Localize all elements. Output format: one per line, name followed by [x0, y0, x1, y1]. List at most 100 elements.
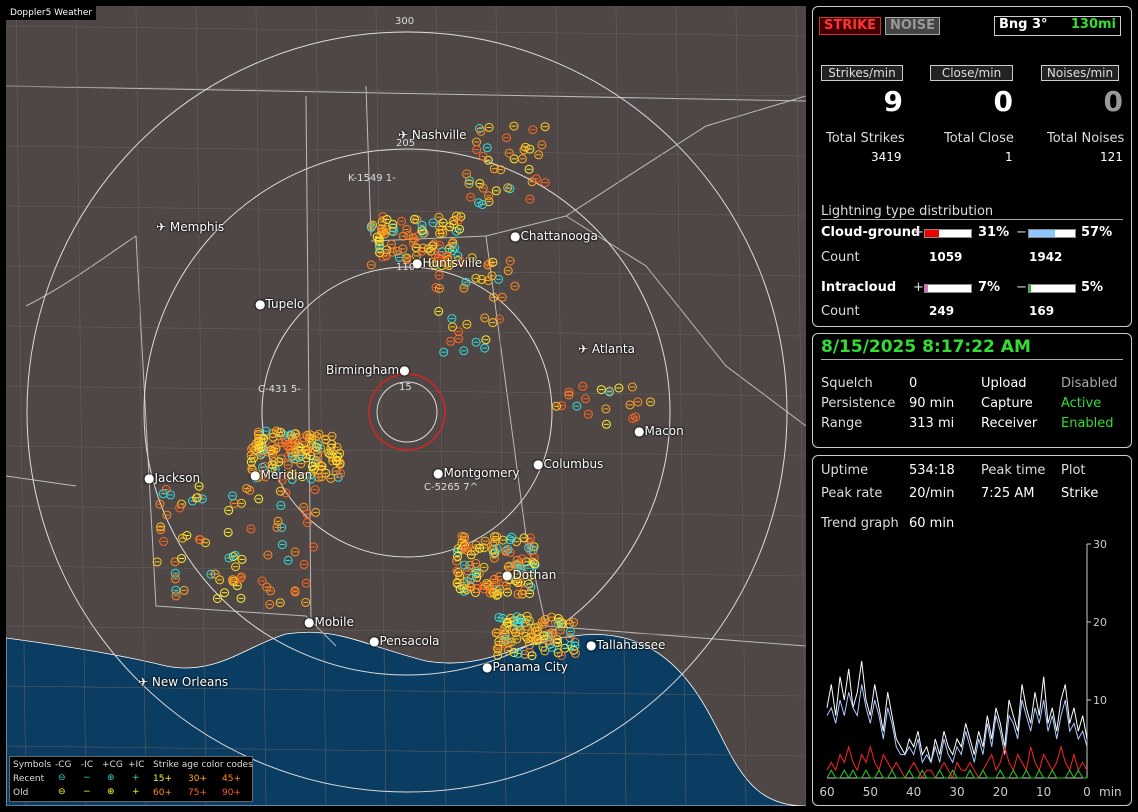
- legend-age-title: Strike age color codes: [153, 760, 253, 770]
- stats-panel: Uptime 534:18 Peak time Plot Peak rate 2…: [812, 455, 1132, 806]
- ic-negative-bar: [1028, 284, 1076, 293]
- plus-sign: +: [913, 280, 924, 295]
- city-dot-icon: ●: [482, 660, 493, 674]
- legend-col: -CG: [55, 760, 72, 770]
- cg-positive-pct: 31%: [978, 225, 1010, 240]
- cg-positive-count: 1059: [929, 250, 963, 264]
- bearing-range-display: Bng 3° 130mi: [994, 16, 1121, 36]
- city-dot-icon: ●: [369, 634, 380, 648]
- trend-chart: 30 20 10 60 50 40 30 20 10 0 min: [819, 538, 1122, 799]
- pos-cg-old-icon: ⊕: [107, 787, 115, 797]
- y-tick-label: 30: [1093, 538, 1107, 551]
- plot-value[interactable]: Strike: [1061, 486, 1098, 501]
- ic-negative-pct: 5%: [1081, 280, 1104, 295]
- trend-series-line: [826, 744, 1088, 780]
- legend-col: -IC: [81, 760, 94, 770]
- symbol-legend: Symbols -CG -IC +CG +IC Strike age color…: [9, 756, 253, 802]
- range-setting-value[interactable]: 313 mi: [909, 416, 954, 431]
- city-atlanta: ✈ Atlanta: [578, 342, 635, 356]
- x-tick-label: 0: [1083, 785, 1091, 799]
- neg-cg-old-icon: ⊖: [58, 787, 66, 797]
- close-per-min-value: 0: [993, 85, 1013, 118]
- receiver-status[interactable]: Enabled: [1061, 416, 1114, 431]
- count-label: Count: [821, 304, 860, 319]
- city-mobile: ●Mobile: [304, 615, 354, 629]
- city-dot-icon: ●: [304, 615, 315, 629]
- city-macon: ●Macon: [634, 424, 684, 438]
- peak-time-label: Peak time: [981, 463, 1046, 478]
- y-tick-label: 10: [1093, 694, 1107, 707]
- city-dot-icon: ●: [399, 363, 410, 377]
- map-canvas: [6, 6, 806, 806]
- legend-col: +CG: [102, 760, 123, 770]
- noise-button[interactable]: NOISE: [885, 17, 941, 35]
- uptime-value: 534:18: [909, 463, 955, 478]
- age-code: 45+: [222, 774, 241, 784]
- persistence-value[interactable]: 90 min: [909, 396, 954, 411]
- city-meridian: ●Meridian: [250, 468, 313, 482]
- state-border: [135, 235, 307, 617]
- range-label: Range: [821, 416, 863, 431]
- minus-sign: −: [1016, 225, 1027, 240]
- plus-sign: +: [913, 225, 924, 240]
- cluster-label: C-5265 7^: [424, 482, 478, 493]
- uptime-label: Uptime: [821, 463, 869, 478]
- x-axis-label: min: [1099, 785, 1122, 799]
- divider: [821, 359, 1123, 360]
- age-code: 60+: [153, 788, 172, 798]
- city-dot-icon: ●: [255, 297, 266, 311]
- state-border: [6, 85, 806, 102]
- minus-sign: −: [1016, 280, 1027, 295]
- trend-graph-value[interactable]: 60 min: [909, 516, 954, 531]
- range-value: 130mi: [1070, 17, 1116, 32]
- city-dot-icon: ●: [510, 229, 521, 243]
- ring-label-110: 110: [396, 262, 416, 273]
- city-huntsville: ●Huntsville: [412, 256, 483, 270]
- peak-rate-label: Peak rate: [821, 486, 883, 501]
- x-tick-label: 60: [819, 785, 834, 799]
- legend-recent-label: Recent: [13, 774, 45, 784]
- city-memphis: ✈ Memphis: [156, 220, 225, 234]
- squelch-value[interactable]: 0: [909, 376, 917, 391]
- strike-button[interactable]: STRIKE: [819, 17, 882, 35]
- airport-icon: ✈: [138, 675, 149, 689]
- age-code: 30+: [188, 774, 207, 784]
- total-close-value: 1: [1005, 150, 1013, 164]
- age-code: 15+: [153, 774, 172, 784]
- divider: [821, 219, 1123, 220]
- county-line: [6, 325, 806, 337]
- total-strikes-value: 3419: [871, 150, 902, 164]
- plot-label: Plot: [1061, 463, 1086, 478]
- persistence-label: Persistence: [821, 396, 896, 411]
- legend-col: +IC: [128, 760, 145, 770]
- pos-ic-old-icon: +: [132, 787, 140, 797]
- intracloud-label: Intracloud: [821, 280, 897, 295]
- city-birmingham: Birmingham●: [326, 363, 410, 377]
- county-line: [6, 565, 806, 577]
- upload-status[interactable]: Disabled: [1061, 376, 1117, 391]
- settings-panel: 8/15/2025 8:17:22 AM Squelch Persistence…: [812, 333, 1132, 448]
- county-line: [6, 505, 806, 517]
- capture-status[interactable]: Active: [1061, 396, 1101, 411]
- cluster-label: K-1549 1-: [348, 173, 396, 184]
- strikes-per-min-header: Strikes/min: [821, 65, 903, 81]
- city-tupelo: ●Tupelo: [255, 297, 305, 311]
- bearing-value: Bng 3°: [999, 17, 1048, 32]
- radar-map[interactable]: Doppler5 Weather ✈ Nashville ✈ Memphis ●…: [6, 6, 806, 806]
- city-dot-icon: ●: [502, 568, 513, 582]
- legend-symbols-label: Symbols: [13, 760, 52, 770]
- county-line: [6, 205, 806, 217]
- county-line: [6, 445, 806, 457]
- upload-label: Upload: [981, 376, 1027, 391]
- city-dothan: ●Dothan: [502, 568, 557, 582]
- city-new-orleans: ✈ New Orleans: [138, 675, 229, 689]
- cg-negative-count: 1942: [1029, 250, 1063, 264]
- x-tick-label: 40: [906, 785, 921, 799]
- county-line: [6, 85, 806, 97]
- brand-label: Doppler5 Weather: [6, 6, 97, 20]
- airport-icon: ✈: [156, 220, 167, 234]
- pos-cg-recent-icon: ⊕: [107, 773, 115, 783]
- total-strikes-label: Total Strikes: [826, 131, 905, 146]
- state-border: [525, 535, 806, 647]
- neg-cg-recent-icon: ⊖: [58, 773, 66, 783]
